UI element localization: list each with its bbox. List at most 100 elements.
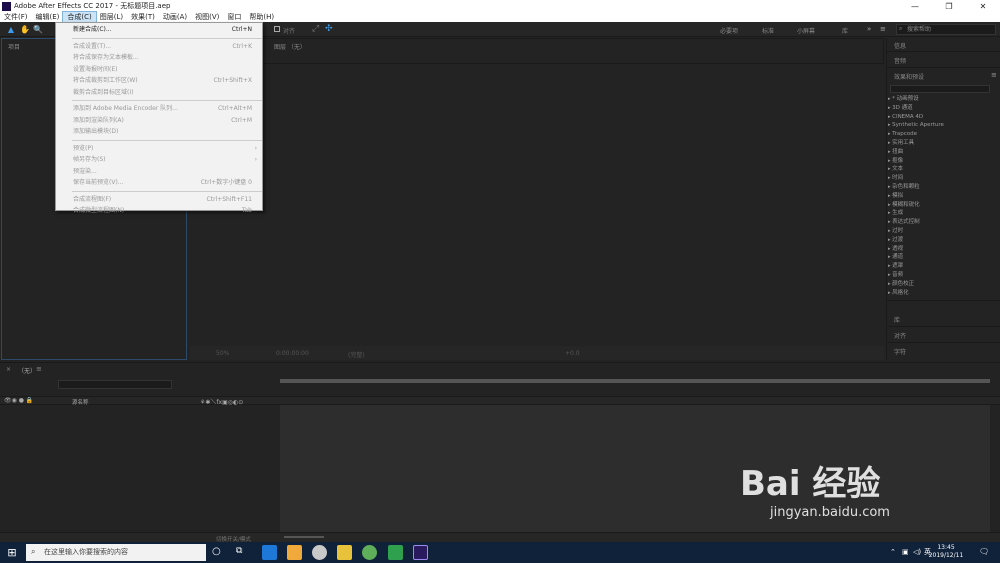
effects-category[interactable]: 模糊和锐化 [888, 201, 992, 210]
align-checkbox[interactable] [274, 26, 280, 32]
effects-category[interactable]: 时间 [888, 174, 992, 183]
effects-category[interactable]: 透视 [888, 245, 992, 254]
effects-category[interactable]: 模拟 [888, 192, 992, 201]
effects-category[interactable]: 音频 [888, 271, 992, 280]
effects-category[interactable]: * 动画预设 [888, 95, 992, 104]
menu-item[interactable]: 新建合成(C)... Ctrl+N [56, 24, 262, 36]
resolution-select[interactable]: (完整) [348, 350, 365, 359]
help-search-input[interactable]: 搜索帮助 [896, 24, 996, 35]
workspace-libraries[interactable]: 库 [842, 26, 848, 35]
menu-edit[interactable]: 编辑(E) [32, 12, 64, 22]
effects-category[interactable]: 遮罩 [888, 262, 992, 271]
effects-category[interactable]: CINEMA 4D [888, 113, 992, 122]
effects-category[interactable]: 杂色和颗粒 [888, 183, 992, 192]
effects-category[interactable]: Trapcode [888, 130, 992, 139]
layer-tab[interactable]: 图层 （无） [274, 42, 306, 51]
cortana-icon[interactable]: ○ [212, 546, 221, 557]
audio-tab[interactable]: 音频 [894, 56, 906, 65]
workspace-small-screen[interactable]: 小屏幕 [797, 26, 815, 35]
effects-category[interactable]: 抠像 [888, 157, 992, 166]
app-icon-orange[interactable] [287, 545, 302, 560]
windows-start-icon[interactable]: ⊞ [0, 542, 24, 563]
panel-menu-icon[interactable]: ≡ [991, 71, 997, 79]
menu-view[interactable]: 视图(V) [191, 12, 223, 22]
after-effects-taskbar-icon[interactable] [413, 545, 428, 560]
effects-category[interactable]: 文本 [888, 165, 992, 174]
taskbar-search-input[interactable]: 在这里输入你要搜索的内容 [26, 544, 206, 561]
effects-category[interactable]: 颜色校正 [888, 280, 992, 289]
menu-window[interactable]: 窗口 [223, 12, 245, 22]
menu-item[interactable]: 合成设置(T)... Ctrl+K [56, 41, 262, 53]
volume-icon[interactable]: ◁) [913, 548, 921, 556]
character-tab[interactable]: 字符 [894, 347, 906, 356]
workspace-standard[interactable]: 标准 [762, 26, 774, 35]
effects-category[interactable]: 通道 [888, 253, 992, 262]
timeline-tab[interactable]: （无） [18, 366, 36, 375]
wechat-icon[interactable] [388, 545, 403, 560]
current-time[interactable]: 0:00:00:00 [276, 350, 309, 357]
snap-icon[interactable]: ⤢ [312, 24, 319, 34]
menu-item[interactable]: 设置海报时间(E) [56, 64, 262, 76]
menu-item[interactable]: 将合成保存为文本模板... [56, 52, 262, 64]
menu-item[interactable]: 合成微型流程图(N) Tab [56, 205, 262, 217]
effects-search-input[interactable] [890, 85, 990, 93]
menu-item[interactable]: 裁剪合成到目标区域(I) [56, 87, 262, 99]
effects-category[interactable]: 风格化 [888, 289, 992, 298]
timeline-close-icon[interactable]: × [6, 366, 11, 373]
zoom-slider[interactable] [284, 536, 324, 538]
menu-file[interactable]: 文件(F) [0, 12, 32, 22]
layer-outline[interactable] [0, 405, 278, 532]
app-icon-green[interactable] [362, 545, 377, 560]
effects-category[interactable]: 扭曲 [888, 148, 992, 157]
menu-item[interactable]: 保存当前预览(V)... Ctrl+数字小键盘 0 [56, 177, 262, 189]
menu-composition[interactable]: 合成(C) [62, 11, 97, 23]
network-icon[interactable]: ▣ [902, 548, 909, 556]
effects-category[interactable]: 生成 [888, 209, 992, 218]
menu-item[interactable]: 预览(P) › [56, 143, 262, 155]
menu-item[interactable]: 添加到渲染队列(A) Ctrl+M [56, 115, 262, 127]
effects-presets-tab[interactable]: 效果和预设 [894, 72, 924, 81]
effects-category[interactable]: 过渡 [888, 236, 992, 245]
menu-item[interactable]: 将合成裁剪到工作区(W) Ctrl+Shift+X [56, 75, 262, 87]
info-tab[interactable]: 信息 [894, 41, 906, 50]
taskbar-clock[interactable]: 13:45 2019/12/11 [926, 544, 966, 560]
close-button[interactable]: ✕ [966, 2, 1000, 11]
app-icon-cloud[interactable] [312, 545, 327, 560]
effects-category[interactable]: 过时 [888, 227, 992, 236]
composition-viewer[interactable] [190, 63, 884, 346]
task-view-icon[interactable]: ⧉ [236, 546, 242, 556]
menu-layer[interactable]: 图层(L) [96, 12, 127, 22]
tray-arrow-icon[interactable]: ⌃ [890, 548, 896, 556]
maximize-button[interactable]: ❐ [932, 2, 966, 11]
exposure-value[interactable]: +0.0 [565, 350, 580, 357]
expand-icon[interactable]: ✣ [325, 24, 333, 34]
effects-category[interactable]: Synthetic Aperture [888, 121, 992, 130]
timeline-menu-icon[interactable]: ≡ [36, 365, 42, 373]
menu-item[interactable]: 合成流程图(F) Ctrl+Shift+F11 [56, 194, 262, 206]
notification-icon[interactable]: 🗨 [979, 547, 989, 556]
menu-item[interactable]: 帧另存为(S) › [56, 154, 262, 166]
menu-item[interactable]: 添加输出模块(D) [56, 126, 262, 138]
menu-effect[interactable]: 效果(T) [127, 12, 159, 22]
file-explorer-icon[interactable] [337, 545, 352, 560]
effects-category[interactable]: 表达式控制 [888, 218, 992, 227]
work-area-bar[interactable] [280, 379, 990, 383]
workspace-more-icon[interactable]: » [867, 25, 871, 33]
hand-tool-icon[interactable]: ✋ [20, 25, 30, 34]
selection-tool-icon[interactable]: ▲ [6, 25, 16, 34]
zoom-tool-icon[interactable]: 🔍 [33, 25, 43, 34]
menu-help[interactable]: 帮助(H) [245, 12, 278, 22]
align-tab[interactable]: 对齐 [894, 331, 906, 340]
edge-browser-icon[interactable] [262, 545, 277, 560]
menu-animation[interactable]: 动画(A) [159, 12, 191, 22]
workspace-menu-icon[interactable]: ≡ [880, 25, 886, 33]
minimize-button[interactable]: — [898, 2, 932, 11]
effects-category[interactable]: 实用工具 [888, 139, 992, 148]
library-tab[interactable]: 库 [894, 315, 900, 324]
menu-item[interactable]: 预渲染... [56, 166, 262, 178]
workspace-essentials[interactable]: 必要项 [720, 26, 738, 35]
zoom-level[interactable]: 50% [216, 350, 229, 357]
menu-item[interactable]: 添加到 Adobe Media Encoder 队列... Ctrl+Alt+M [56, 103, 262, 115]
timeline-search-input[interactable] [58, 380, 172, 389]
project-tab[interactable]: 项目 [8, 42, 20, 51]
